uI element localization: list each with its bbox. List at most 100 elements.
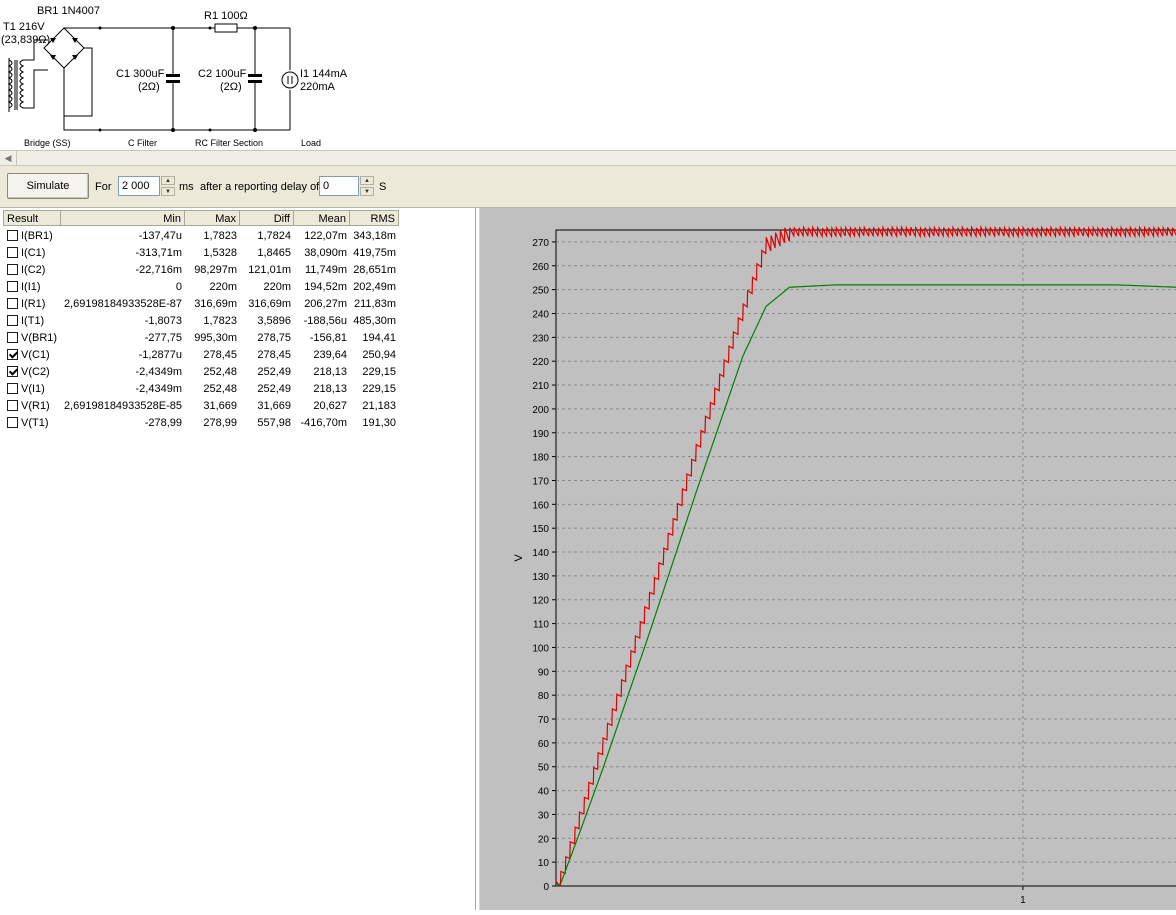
delay-field[interactable] [319,176,359,196]
result-rms-cell: 229,15 [362,365,396,378]
table-row[interactable]: I(R1) 2,69198184933528E-87 316,69m 316,69m 2… [3,295,403,312]
y-tick-label: 20 [538,834,550,845]
result-diff-cell: 252,49 [257,365,291,378]
result-diff-cell: 121,01m [248,263,291,276]
result-rms-cell: 194,41 [362,331,396,344]
table-row[interactable]: V(T1) -278,99 278,99 557,98 -416,70m 191,30 [3,414,403,431]
result-mean-cell: 194,52m [304,280,347,293]
y-tick-label: 170 [532,476,549,487]
result-name: I(BR1) [21,229,53,242]
result-checkbox[interactable] [7,417,18,428]
result-diff-cell: 316,69m [248,297,291,310]
table-row[interactable]: V(I1) -2,4349m 252,48 252,49 218,13 229,15 [3,380,403,397]
duration-input[interactable] [119,177,159,195]
result-mean-cell: 38,090m [304,246,347,259]
header-max[interactable]: Max [185,210,240,226]
header-min[interactable]: Min [61,210,185,226]
result-rms-cell: 191,30 [362,416,396,429]
result-min-cell: 0 [175,280,182,293]
header-mean[interactable]: Mean [294,210,350,226]
y-tick-label: 0 [543,882,549,893]
table-row[interactable]: I(T1) -1,8073 1,7823 3,5896 -188,56u 485,30m [3,312,403,329]
y-tick-label: 160 [532,500,549,511]
result-checkbox[interactable] [7,281,18,292]
schematic-panel: BR1 1N4007 T1 216V (23,839Ω) R1 100Ω C1 … [0,0,1176,150]
duration-field[interactable] [118,176,160,196]
result-checkbox[interactable] [7,366,18,377]
result-name: I(R1) [21,297,46,310]
result-name: V(C1) [21,348,50,361]
spin-down-icon[interactable]: ▼ [161,187,175,196]
table-row[interactable]: I(I1) 0 220m 220m 194,52m 202,49m [3,278,403,295]
y-tick-label: 140 [532,548,549,559]
result-min-cell: -2,4349m [135,382,182,395]
result-max-cell: 98,297m [194,263,237,276]
spin-down-icon[interactable]: ▼ [360,187,374,196]
y-tick-label: 250 [532,286,549,297]
result-mean-cell: -156,81 [309,331,347,344]
y-tick-label: 180 [532,453,549,464]
scroll-left-icon[interactable]: ◀ [0,151,17,165]
table-row[interactable]: I(BR1) -137,47u 1,7823 1,7824 122,07m 343,18m [3,227,403,244]
header-rms[interactable]: RMS [350,210,399,226]
delay-label: after a reporting delay of [200,181,320,193]
section-rcfilter-label: RC Filter Section [195,138,263,148]
result-min-cell: -1,2877u [138,348,182,361]
result-checkbox[interactable] [7,332,18,343]
horizontal-scrollbar[interactable]: ◀ [0,150,1176,166]
result-max-cell: 220m [209,280,237,293]
duration-spinner[interactable]: ▲ ▼ [161,176,175,196]
result-checkbox[interactable] [7,315,18,326]
result-rms-cell: 21,183 [362,399,396,412]
ms-label: ms [179,181,194,193]
result-name: V(C2) [21,365,50,378]
header-diff[interactable]: Diff [240,210,294,226]
simulate-button[interactable]: Simulate [7,173,89,199]
result-diff-cell: 278,45 [257,348,291,361]
result-name-cell: V(R1) [3,400,61,412]
table-row[interactable]: V(C1) -1,2877u 278,45 278,45 239,64 250,94 [3,346,403,363]
result-max-cell: 278,45 [203,348,237,361]
delay-input[interactable] [320,177,358,195]
table-row[interactable]: I(C1) -313,71m 1,5328 1,8465 38,090m 419,75m [3,244,403,261]
i1-value: 220mA [300,81,336,93]
result-checkbox[interactable] [7,383,18,394]
result-min-cell: -278,99 [144,416,182,429]
result-diff-cell: 1,7824 [257,229,291,242]
y-tick-label: 100 [532,643,549,654]
result-checkbox[interactable] [7,230,18,241]
y-tick-label: 210 [532,381,549,392]
result-rms-cell: 250,94 [362,348,396,361]
delay-spinner[interactable]: ▲ ▼ [360,176,374,196]
section-load-label: Load [301,138,321,148]
c2-resistance: (2Ω) [220,81,242,93]
result-min-cell: -22,716m [135,263,182,276]
spin-up-icon[interactable]: ▲ [360,176,374,185]
section-bridge-label: Bridge (SS) [24,138,71,148]
spin-up-icon[interactable]: ▲ [161,176,175,185]
result-max-cell: 1,7823 [203,314,237,327]
result-checkbox[interactable] [7,400,18,411]
table-row[interactable]: I(C2) -22,716m 98,297m 121,01m 11,749m 28,651… [3,261,403,278]
result-diff-cell: 1,8465 [257,246,291,259]
result-name: V(T1) [21,416,49,429]
result-checkbox[interactable] [7,349,18,360]
table-row[interactable]: V(C2) -2,4349m 252,48 252,49 218,13 229,15 [3,363,403,380]
result-min-cell: 2,69198184933528E-85 [63,399,182,412]
result-rms-cell: 485,30m [353,314,396,327]
simulation-toolbar: Simulate For ▲ ▼ ms after a reporting de… [0,166,1176,208]
chart-panel: 0 10 20 30 40 50 60 70 80 90 100 110 120 130 140 150 160… [479,208,1176,910]
y-tick-label: 60 [538,739,550,750]
result-name-cell: V(T1) [3,417,61,429]
result-checkbox[interactable] [7,264,18,275]
result-diff-cell: 3,5896 [257,314,291,327]
result-mean-cell: 11,749m [305,263,347,276]
header-result[interactable]: Result [3,210,61,226]
result-rms-cell: 202,49m [353,280,396,293]
y-tick-label: 200 [532,405,549,416]
table-row[interactable]: V(R1) 2,69198184933528E-85 31,669 31,669 20,… [3,397,403,414]
results-panel: Result Min Max Diff Mean RMS I(BR1) -137,… [0,208,476,910]
table-row[interactable]: V(BR1) -277,75 995,30m 278,75 -156,81 194,41 [3,329,403,346]
result-checkbox[interactable] [7,298,18,309]
result-checkbox[interactable] [7,247,18,258]
